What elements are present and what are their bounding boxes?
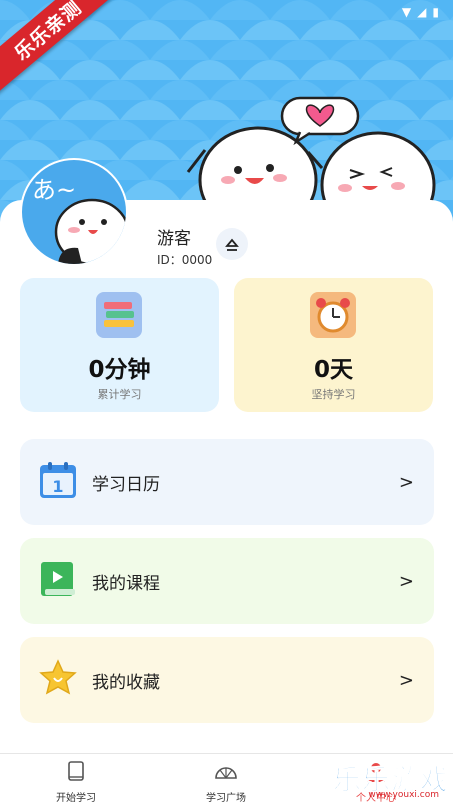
book-tab-icon: [68, 761, 84, 781]
chevron-right-icon: >: [398, 669, 414, 691]
star-icon: [39, 659, 77, 695]
alarm-clock-icon: [310, 292, 356, 338]
tab-label: 学习广场: [206, 793, 246, 804]
edit-icon: [225, 238, 239, 251]
course-book-icon: [41, 562, 75, 596]
svg-text:1: 1: [52, 477, 63, 496]
user-name: 游客: [157, 229, 191, 249]
stat-streak: 0天 坚持学习: [234, 278, 433, 412]
menu-item-courses[interactable]: 我的课程 >: [20, 538, 434, 624]
tab-start-learning[interactable]: 开始学习: [31, 760, 121, 806]
menu-label: 学习日历: [92, 474, 160, 495]
signal-icon: ◢: [417, 5, 427, 19]
stat-total-time: 0分钟 累计学习: [20, 278, 219, 412]
menu-item-favorites[interactable]: 我的收藏 >: [20, 637, 434, 723]
books-icon: [96, 292, 142, 338]
chevron-right-icon: >: [398, 471, 414, 493]
avatar[interactable]: あ~: [20, 158, 128, 266]
calendar-icon: 1: [40, 462, 76, 498]
stat-value: 0天: [313, 357, 353, 383]
menu-label: 我的课程: [92, 573, 160, 594]
tab-label: 开始学习: [56, 793, 96, 804]
menu-item-calendar[interactable]: 1 学习日历 >: [20, 439, 434, 525]
battery-icon: ▮: [432, 5, 439, 19]
wifi-icon: ▼: [401, 5, 412, 19]
menu-label: 我的收藏: [92, 672, 160, 693]
tab-learning-square[interactable]: 学习广场: [181, 760, 271, 806]
stat-label: 坚持学习: [311, 388, 356, 401]
fan-tab-icon: [215, 767, 237, 779]
avatar-image: あ~: [32, 176, 126, 264]
chevron-right-icon: >: [398, 570, 414, 592]
stat-value: 0分钟: [88, 357, 151, 383]
stat-label: 累计学习: [97, 388, 142, 401]
edit-profile-button[interactable]: [216, 228, 248, 260]
status-bar: ▼ ◢ ▮: [402, 2, 439, 22]
watermark-url: www.youxi.com: [368, 790, 439, 800]
user-id: ID：0000: [157, 253, 213, 267]
svg-text:あ~: あ~: [32, 176, 76, 204]
